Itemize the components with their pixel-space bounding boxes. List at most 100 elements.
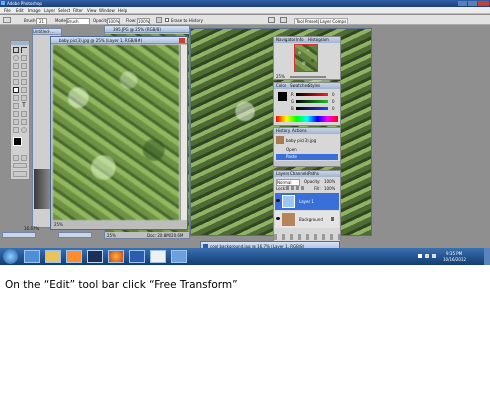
color-channel-g-value[interactable]: 0	[332, 99, 335, 104]
tab-paths[interactable]: Paths	[308, 171, 319, 176]
background-visibility-eye-icon[interactable]	[276, 217, 280, 220]
navigator-thumbnail[interactable]	[294, 44, 318, 72]
layers-fill-value[interactable]: 100%	[324, 186, 335, 191]
history-snapshot-thumb[interactable]	[276, 136, 284, 144]
color-foreground-swatch[interactable]	[278, 92, 287, 101]
tray-time[interactable]: 9:35 PM	[446, 251, 462, 256]
tool-magic-wand-icon[interactable]	[21, 55, 27, 61]
taskbar-word-icon[interactable]	[129, 250, 145, 263]
tool-blur-icon[interactable]	[13, 95, 19, 101]
tab-actions[interactable]: Actions	[292, 128, 307, 133]
history-item-open[interactable]: Open	[276, 147, 338, 153]
baby-pic-zoom[interactable]: 25%	[54, 222, 63, 227]
taskbar-photoshop-icon[interactable]	[87, 250, 103, 263]
erase-history-checkbox[interactable]	[165, 18, 169, 22]
tool-marquee-icon[interactable]	[13, 47, 19, 53]
tab-layers[interactable]: Layers	[276, 171, 289, 176]
tool-crop-icon[interactable]	[13, 63, 19, 69]
navigator-zoom[interactable]: 25%	[276, 74, 285, 79]
minimize-button[interactable]	[458, 1, 467, 6]
baby-pic-scrollbar[interactable]	[180, 45, 187, 220]
taskbar-firefox-icon[interactable]	[108, 250, 124, 263]
tool-move-icon[interactable]	[21, 47, 27, 53]
tray-date[interactable]: 10/16/2012	[443, 257, 466, 262]
quick-mask-icon[interactable]	[13, 155, 19, 161]
brush-value[interactable]: 21	[36, 18, 48, 25]
tool-zoom-icon[interactable]	[21, 127, 27, 133]
tray-network-icon[interactable]	[425, 254, 429, 258]
layer-row-background[interactable]: Background	[275, 211, 339, 228]
tool-path-select-icon[interactable]	[13, 103, 19, 109]
tool-pen-icon[interactable]	[13, 111, 19, 117]
start-button[interactable]	[3, 249, 18, 264]
color-slider-g[interactable]	[296, 100, 328, 103]
color-slider-r[interactable]	[296, 93, 328, 96]
tray-volume-icon[interactable]	[432, 254, 436, 258]
tool-brush-icon[interactable]	[21, 71, 27, 77]
taskbar-folder-icon[interactable]	[45, 250, 61, 263]
tab-navigator[interactable]: Navigator	[276, 37, 296, 42]
tool-gradient-icon[interactable]	[21, 87, 27, 93]
tab-history[interactable]: History	[276, 128, 290, 133]
airbrush-icon[interactable]	[156, 17, 162, 23]
history-item-paste[interactable]: Paste	[276, 154, 338, 160]
tab-color[interactable]: Color	[276, 83, 286, 88]
tab-channels[interactable]: Channels	[290, 171, 309, 176]
taskbar-ie-icon[interactable]	[24, 250, 40, 263]
tool-dodge-icon[interactable]	[21, 95, 27, 101]
color-slider-b[interactable]	[296, 107, 328, 110]
opacity-input[interactable]: 100%	[107, 18, 121, 25]
quick-mask-on-icon[interactable]	[21, 155, 27, 161]
tool-healing-icon[interactable]	[13, 71, 19, 77]
baby-pic-window[interactable]: baby pic(3).jpg @ 25% (Layer 1, RGB/8#) …	[50, 36, 188, 230]
layer-visibility-eye-icon[interactable]	[276, 199, 280, 202]
tab-histogram[interactable]: Histogram	[308, 37, 329, 42]
taskbar-paint-icon[interactable]	[150, 250, 166, 263]
tool-stamp-icon[interactable]	[13, 79, 19, 85]
minimized-doc-left[interactable]	[2, 232, 36, 238]
baby-pic-close-button[interactable]	[179, 38, 185, 43]
tool-slice-icon[interactable]	[21, 63, 27, 69]
palette-well-icon-1[interactable]	[268, 17, 275, 23]
tab-swatches[interactable]: Swatches	[290, 83, 309, 88]
menu-file[interactable]: File	[4, 8, 11, 13]
tool-eyedropper-icon[interactable]	[21, 119, 27, 125]
layers-opacity-value[interactable]: 100%	[324, 179, 335, 184]
close-button[interactable]	[478, 1, 489, 6]
minimized-doc-mid[interactable]	[58, 232, 92, 238]
maximize-button[interactable]	[468, 1, 477, 6]
color-spectrum-bar[interactable]	[276, 116, 338, 122]
tab-info[interactable]: Info	[296, 37, 304, 42]
layer-row-layer-1[interactable]: Layer 1	[275, 193, 339, 210]
tool-notes-icon[interactable]	[13, 119, 19, 125]
taskbar-media-icon[interactable]	[66, 250, 82, 263]
tool-shape-icon[interactable]	[21, 111, 27, 117]
menu-select[interactable]: Select	[58, 8, 70, 13]
color-channel-b-value[interactable]: 0	[332, 106, 335, 111]
menu-view[interactable]: View	[87, 8, 97, 13]
menu-help[interactable]: Help	[118, 8, 127, 13]
tool-lasso-icon[interactable]	[13, 55, 19, 61]
menu-edit[interactable]: Edit	[16, 8, 24, 13]
menu-image[interactable]: Image	[28, 8, 41, 13]
menu-window[interactable]: Window	[99, 8, 115, 13]
photo-395-zoom[interactable]: 25%	[107, 233, 116, 238]
tray-flag-icon[interactable]	[418, 254, 422, 258]
menu-layer[interactable]: Layer	[44, 8, 55, 13]
layers-blend-mode[interactable]: Normal	[276, 179, 300, 186]
flow-input[interactable]: 100%	[137, 18, 151, 25]
eraser-tool-preset-icon[interactable]	[3, 17, 11, 23]
tool-type-icon[interactable]: T	[21, 103, 27, 109]
color-channel-r-value[interactable]: 0	[332, 92, 335, 97]
left-zoom-readout[interactable]: 16.67%	[24, 226, 39, 231]
layer-comps-tab[interactable]: Layer Comps	[318, 18, 349, 25]
tool-eraser-icon[interactable]	[13, 87, 19, 93]
tool-history-brush-icon[interactable]	[21, 79, 27, 85]
menu-filter[interactable]: Filter	[73, 8, 83, 13]
lock-icons[interactable]	[286, 186, 304, 190]
navigator-zoom-slider[interactable]	[290, 76, 326, 78]
imageready-icon[interactable]	[13, 171, 27, 177]
tab-styles[interactable]: Styles	[308, 83, 320, 88]
show-desktop-button[interactable]	[484, 248, 490, 265]
taskbar-ps-file-icon[interactable]	[171, 250, 187, 263]
